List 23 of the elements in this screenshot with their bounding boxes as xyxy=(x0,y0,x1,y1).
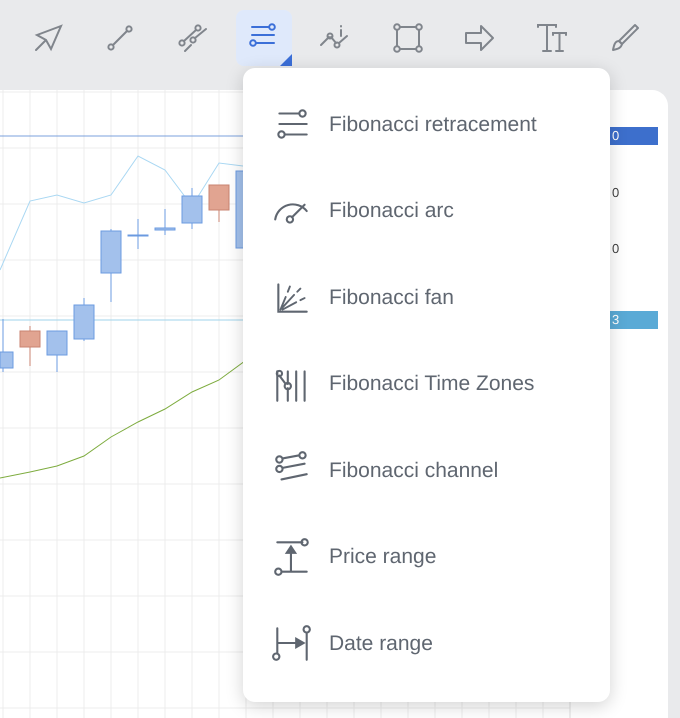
price-label: 3 xyxy=(610,311,658,329)
candlestick xyxy=(208,184,230,222)
menu-item[interactable]: Fibonacci Time Zones xyxy=(243,340,610,427)
candlestick xyxy=(128,218,148,250)
corner-triangle-icon xyxy=(280,54,292,66)
menu-item[interactable]: Fibonacci channel xyxy=(243,427,610,514)
price-label: 0 xyxy=(610,127,658,145)
menu-item[interactable]: Fibonacci retracement xyxy=(243,81,610,168)
candlestick xyxy=(74,298,94,342)
menu-item[interactable]: Fibonacci arc xyxy=(243,168,610,254)
candlestick xyxy=(20,326,40,366)
price-label: 0 xyxy=(611,240,620,258)
candlestick xyxy=(154,208,176,236)
menu-item[interactable]: Price range xyxy=(243,514,610,600)
price-label: 0 xyxy=(611,184,620,202)
rectangle-icon xyxy=(391,21,425,55)
candlestick xyxy=(0,318,14,372)
candlestick xyxy=(182,188,202,230)
text-icon xyxy=(535,21,569,55)
menu-item[interactable]: Fibonacci fan xyxy=(243,254,610,340)
candlestick xyxy=(46,330,68,372)
tool-button[interactable] xyxy=(236,10,292,66)
menu-item[interactable]: Date range xyxy=(243,600,610,686)
